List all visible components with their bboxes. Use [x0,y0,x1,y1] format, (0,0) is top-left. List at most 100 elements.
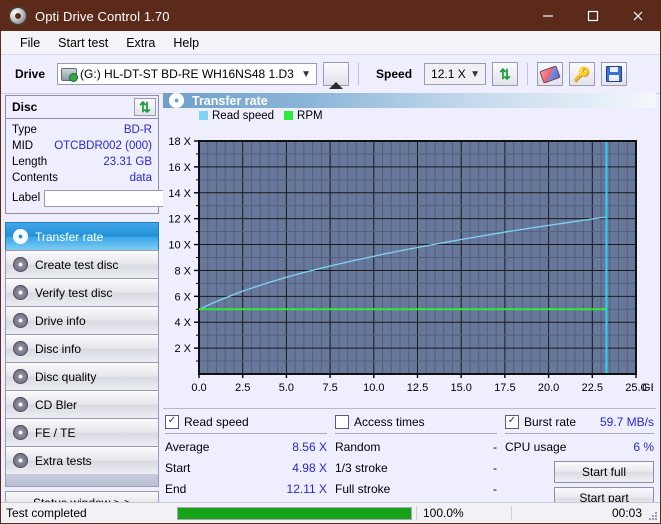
disc-icon [13,369,28,384]
legend-item-rpm: RPM [284,110,323,122]
stat-key-average: Average [165,440,209,454]
disc-contents-key: Contents [12,172,58,184]
read-speed-checkbox-row[interactable]: ✓ Read speed [165,413,327,430]
menu-item-help[interactable]: Help [164,34,208,52]
menu-item-extra[interactable]: Extra [117,34,164,52]
elapsed-time: 00:03 [511,506,660,520]
disc-panel-header: Disc ⇅ [6,96,158,119]
speed-label: Speed [376,67,412,81]
sidebar-item-fe-te[interactable]: FE / TE [5,418,159,446]
maximize-button[interactable] [570,1,615,31]
stat-key-end: End [165,482,186,496]
title-bar: Opti Drive Control 1.70 [1,1,660,31]
content-area: Transfer rate Read speed RPM 2 X4 X6 X8 … [163,93,660,503]
eject-button[interactable] [323,62,349,86]
disc-contents-value: data [130,172,152,184]
erase-button[interactable] [537,62,563,86]
menu-item-file[interactable]: File [11,34,49,52]
page-title: Transfer rate [192,94,268,108]
check-icon: ✓ [168,416,176,426]
burst-rate-checkbox[interactable]: ✓ [505,415,519,429]
chart-canvas: 2 X4 X6 X8 X10 X12 X14 X16 X18 X0.02.55.… [163,108,653,408]
sidebar-nav: Transfer rate Create test disc Verify te… [5,222,159,515]
disc-panel-title: Disc [12,100,37,114]
stat-value-random: - [493,440,497,454]
drive-select[interactable]: (G:) HL-DT-ST BD-RE WH16NS48 1.D3 ▼ [57,63,317,85]
sidebar-item-disc-info[interactable]: Disc info [5,334,159,362]
eject-icon [329,68,343,80]
disc-row-type: Type BD-R [12,122,152,138]
disc-type-key: Type [12,124,37,136]
sidebar: Disc ⇅ Type BD-R MID OTCBDR002 (000) [1,93,163,503]
sidebar-item-label: Extra tests [35,454,92,468]
burst-rate-value: 59.7 MB/s [600,415,654,429]
chart-legend: Read speed RPM [199,110,323,122]
window-controls [525,1,660,31]
menu-item-start-test[interactable]: Start test [49,34,117,52]
svg-text:4 X: 4 X [174,317,191,329]
stat-value-cpu-usage: 6 % [633,440,654,454]
minimize-button[interactable] [525,1,570,31]
status-bar: Test completed 100.0% 00:03 [1,502,660,523]
status-message: Test completed [1,506,173,520]
disc-type-value: BD-R [124,124,152,136]
transfer-rate-chart: Read speed RPM 2 X4 X6 X8 X10 X12 X14 X1… [163,108,656,408]
divider [165,433,327,434]
sidebar-item-disc-quality[interactable]: Disc quality [5,362,159,390]
sidebar-item-label: Verify test disc [35,286,112,300]
resize-grip[interactable] [647,510,657,520]
stats-col-read-speed: ✓ Read speed Average 8.56 X Start 4.98 X… [165,413,335,509]
disc-info-rows: Type BD-R MID OTCBDR002 (000) Length 23.… [6,119,158,213]
disc-refresh-button[interactable]: ⇅ [134,98,156,116]
burst-rate-checkbox-row[interactable]: ✓ Burst rate [505,413,576,430]
svg-text:0.0: 0.0 [191,382,206,394]
save-button[interactable] [601,62,627,86]
stat-key-cpu-usage: CPU usage [505,440,566,454]
app-icon [9,7,27,25]
sidebar-item-label: FE / TE [35,426,75,440]
sidebar-item-transfer-rate[interactable]: Transfer rate [5,222,159,250]
start-full-button[interactable]: Start full [554,461,654,483]
svg-text:22.5: 22.5 [582,382,603,394]
stat-value-start: 4.98 X [292,461,327,475]
speed-select[interactable]: 12.1 X ▼ [424,63,486,85]
save-icon [606,66,622,82]
app-window: Opti Drive Control 1.70 File Start test … [0,0,661,524]
read-speed-checkbox[interactable]: ✓ [165,415,179,429]
stat-key-start: Start [165,461,190,475]
access-times-checkbox-row[interactable]: Access times [335,413,497,430]
disc-row-contents: Contents data [12,170,152,186]
stat-row-average: Average 8.56 X [165,436,327,457]
svg-text:20.0: 20.0 [538,382,559,394]
sidebar-item-label: CD Bler [35,398,77,412]
svg-text:10 X: 10 X [168,240,191,252]
stat-key-random: Random [335,440,380,454]
sidebar-item-label: Disc info [35,342,81,356]
sidebar-item-verify-test-disc[interactable]: Verify test disc [5,278,159,306]
toolbar-separator-2 [527,63,528,85]
legend-item-read-speed: Read speed [199,110,274,122]
refresh-button[interactable]: ⇅ [492,62,518,86]
legend-label-read-speed: Read speed [212,110,274,122]
disc-label-row: Label [12,188,152,208]
access-times-checkbox[interactable] [335,415,349,429]
sidebar-item-cd-bler[interactable]: CD Bler [5,390,159,418]
svg-text:5.0: 5.0 [279,382,294,394]
drive-icon [61,68,77,81]
svg-text:6 X: 6 X [174,291,191,303]
sidebar-item-create-test-disc[interactable]: Create test disc [5,250,159,278]
disc-panel: Disc ⇅ Type BD-R MID OTCBDR002 (000) [5,95,159,214]
disc-icon [13,397,28,412]
divider [335,433,497,434]
disc-label-key: Label [12,192,40,204]
disc-row-length: Length 23.31 GB [12,154,152,170]
sidebar-item-extra-tests[interactable]: Extra tests [5,446,159,474]
disc-icon [13,285,28,300]
key-button[interactable]: 🔑 [569,62,595,86]
disc-icon [13,453,28,468]
drive-label: Drive [15,67,45,81]
progress-bar [177,507,412,520]
disc-icon [13,257,28,272]
close-button[interactable] [615,1,660,31]
sidebar-item-drive-info[interactable]: Drive info [5,306,159,334]
